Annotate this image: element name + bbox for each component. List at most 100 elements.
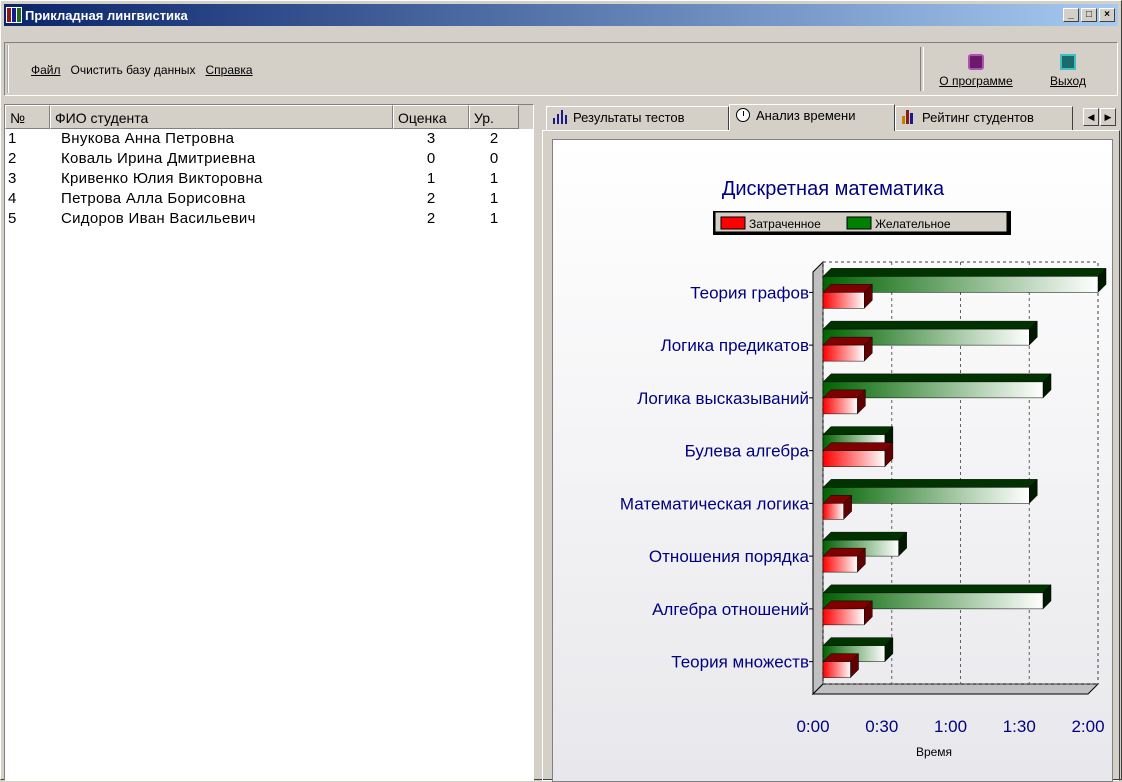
- bar-spent-top: [822, 442, 894, 451]
- legend-label-desired: Желательное: [875, 217, 951, 231]
- plot-side-wall: [812, 260, 824, 696]
- students-grid[interactable]: № ФИО студента Оценка Ур. 1 Внукова Анна…: [4, 104, 534, 781]
- tab-test-results[interactable]: Результаты тестов: [546, 106, 729, 130]
- table-row[interactable]: 5 Сидоров Иван Васильевич 2 1: [5, 209, 533, 229]
- toolbar-separator: [920, 47, 924, 91]
- tab-label: Анализ времени: [756, 108, 856, 123]
- bar-desired-top: [822, 268, 1107, 277]
- bar-chart-icon: [553, 110, 567, 124]
- bar-spent-top: [822, 284, 873, 293]
- main-window: Прикладная лингвистика _ □ × Файл Очисти…: [0, 0, 1122, 782]
- tab-label: Рейтинг студентов: [922, 110, 1034, 125]
- grid-header: № ФИО студента Оценка Ур.: [5, 105, 533, 129]
- cell-grade: 0: [426, 150, 436, 167]
- category-label: Булева алгебра: [685, 442, 810, 461]
- table-row[interactable]: 1 Внукова Анна Петровна 3 2: [5, 129, 533, 149]
- cell-fio: Кривенко Юлия Викторовна: [61, 170, 263, 187]
- table-row[interactable]: 3 Кривенко Юлия Викторовна 1 1: [5, 169, 533, 189]
- toolbar: Файл Очистить базу данных Справка О прог…: [4, 42, 1118, 96]
- bar-desired-top: [822, 584, 1052, 594]
- bar-desired: [822, 487, 1030, 504]
- menu-bar: Файл Очистить базу данных Справка: [31, 63, 253, 77]
- minimize-button[interactable]: _: [1063, 8, 1079, 22]
- legend-swatch-spent: [720, 216, 746, 230]
- time-chart: Дискретная математика Затраченное Желате…: [552, 139, 1113, 782]
- x-tick-label: 1:30: [1003, 717, 1036, 736]
- tab-scroll-left-icon[interactable]: ◀: [1083, 108, 1099, 126]
- bar-spent: [822, 397, 858, 415]
- legend-label-spent: Затраченное: [749, 217, 821, 231]
- table-row[interactable]: 4 Петрова Алла Борисовна 2 1: [5, 189, 533, 209]
- tab-label: Результаты тестов: [573, 110, 685, 125]
- tab-scroll-right-icon[interactable]: ▶: [1100, 108, 1116, 126]
- header-level[interactable]: Ур.: [469, 105, 519, 129]
- bar-desired-top: [822, 373, 1052, 383]
- rating-chart-icon: [902, 110, 916, 124]
- cell-level: 1: [489, 190, 499, 207]
- about-button[interactable]: О программе: [935, 47, 1017, 91]
- category-label: Логика высказываний: [637, 389, 809, 408]
- chart-legend: Затраченное Желательное: [713, 211, 1011, 235]
- x-tick-label: 0:30: [865, 717, 898, 736]
- tab-time-analysis[interactable]: Анализ времени: [729, 104, 895, 131]
- x-tick-label: 2:00: [1071, 717, 1104, 736]
- header-fio[interactable]: ФИО студента: [50, 105, 393, 129]
- close-button[interactable]: ×: [1099, 8, 1115, 22]
- cell-grade: 2: [426, 210, 436, 227]
- category-label: Теория множеств: [671, 653, 809, 672]
- cell-fio: Коваль Ирина Дмитриевна: [61, 150, 256, 167]
- category-label: Логика предикатов: [661, 336, 809, 355]
- tab-strip: Результаты тестов Анализ времени Рейтинг…: [542, 104, 1120, 131]
- bar-spent: [822, 450, 886, 467]
- legend-swatch-desired: [846, 216, 872, 230]
- cell-fio: Сидоров Иван Васильевич: [61, 210, 256, 227]
- clock-icon: [736, 108, 750, 122]
- menu-help[interactable]: Справка: [205, 63, 252, 77]
- tab-student-rating[interactable]: Рейтинг студентов: [895, 106, 1073, 130]
- bar-desired-top: [822, 479, 1038, 488]
- menu-file[interactable]: Файл: [31, 63, 61, 77]
- cell-num: 1: [8, 130, 17, 147]
- category-label: Теория графов: [690, 283, 809, 302]
- category-label: Алгебра отношений: [652, 600, 809, 619]
- about-label: О программе: [939, 74, 1013, 88]
- bar-desired-top: [822, 637, 894, 646]
- bar-spent: [822, 292, 865, 309]
- bar-desired-top: [822, 426, 894, 435]
- x-axis-label: Время: [916, 745, 952, 759]
- cell-fio: Внукова Анна Петровна: [61, 130, 235, 147]
- category-label: Математическая логика: [620, 494, 810, 513]
- table-row[interactable]: 2 Коваль Ирина Дмитриевна 0 0: [5, 149, 533, 169]
- menu-clear-db[interactable]: Очистить базу данных: [71, 63, 196, 77]
- x-tick-label: 0:00: [796, 717, 829, 736]
- cell-level: 1: [489, 170, 499, 187]
- maximize-button[interactable]: □: [1081, 8, 1097, 22]
- bar-desired-top: [822, 531, 908, 541]
- bar-spent: [822, 661, 851, 678]
- bar-spent: [822, 503, 844, 520]
- cell-grade: 2: [426, 190, 436, 207]
- title-bar: Прикладная лингвистика _ □ ×: [4, 4, 1118, 26]
- cell-level: 2: [489, 130, 499, 147]
- book-icon: [968, 54, 984, 70]
- bar-desired-top: [822, 320, 1038, 330]
- window-title: Прикладная лингвистика: [25, 7, 188, 23]
- cell-grade: 3: [426, 130, 436, 147]
- app-icon: [6, 7, 22, 23]
- header-num[interactable]: №: [5, 105, 50, 129]
- cell-num: 4: [8, 190, 17, 207]
- cell-level: 0: [489, 150, 499, 167]
- exit-button[interactable]: Выход: [1040, 47, 1096, 91]
- bar-spent: [822, 555, 858, 573]
- exit-door-icon: [1060, 54, 1076, 70]
- chart-svg: Дискретная математика Затраченное Желате…: [620, 178, 1107, 759]
- bar-spent-top: [822, 336, 873, 346]
- exit-label: Выход: [1050, 74, 1086, 88]
- time-analysis-page: Дискретная математика Затраченное Желате…: [542, 130, 1120, 782]
- plot-floor: [811, 683, 1100, 695]
- bar-spent-top: [822, 600, 873, 610]
- cell-fio: Петрова Алла Борисовна: [61, 190, 246, 207]
- header-grade[interactable]: Оценка: [393, 105, 469, 129]
- tab-control: Результаты тестов Анализ времени Рейтинг…: [542, 104, 1120, 782]
- cell-num: 3: [8, 170, 17, 187]
